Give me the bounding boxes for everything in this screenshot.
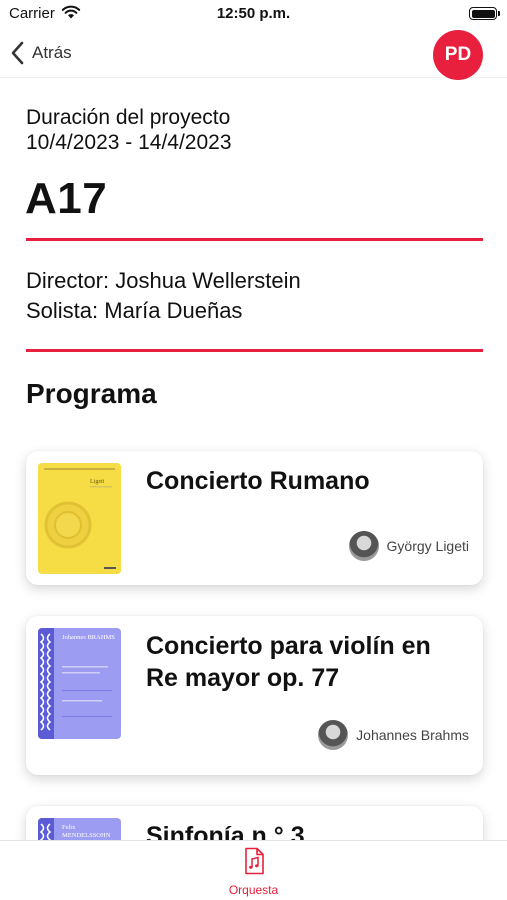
score-cover-image: Johannes BRAHMS bbox=[38, 628, 121, 739]
tab-orquesta[interactable]: Orquesta bbox=[0, 847, 507, 897]
director-label: Director: Joshua Wellerstein bbox=[26, 268, 301, 293]
tab-bar: Orquesta bbox=[0, 840, 507, 900]
composer-info: György Ligeti bbox=[348, 531, 469, 561]
composer-name: György Ligeti bbox=[386, 538, 469, 554]
program-card[interactable]: Ligeti Concierto Rumano György Ligeti bbox=[26, 451, 483, 585]
score-cover-art: Johannes BRAHMS bbox=[38, 628, 115, 739]
user-avatar[interactable]: PD bbox=[433, 30, 483, 80]
battery-icon bbox=[469, 7, 500, 20]
back-label: Atrás bbox=[32, 43, 72, 62]
back-button[interactable]: Atrás bbox=[10, 40, 72, 66]
piece-title: Concierto para violín en Re mayor op. 77 bbox=[146, 632, 431, 692]
duration-dates: 10/4/2023 - 14/4/2023 bbox=[26, 131, 232, 154]
soloist-label: Solista: María Dueñas bbox=[26, 298, 243, 323]
composer-name: Johannes Brahms bbox=[356, 727, 469, 743]
cover-text: Johannes BRAHMS bbox=[62, 634, 115, 641]
status-bar: Carrier 12:50 p.m. bbox=[0, 0, 507, 30]
duration-label: Duración del proyecto bbox=[26, 106, 231, 129]
chevron-left-icon bbox=[11, 41, 24, 65]
clock: 12:50 p.m. bbox=[216, 5, 291, 22]
program-card[interactable]: Johannes BRAHMS Concierto para violín en… bbox=[26, 616, 483, 775]
project-title: A17 bbox=[25, 174, 108, 223]
composer-avatar bbox=[348, 531, 379, 561]
divider bbox=[26, 349, 483, 352]
composer-info: Johannes Brahms bbox=[318, 720, 469, 750]
score-cover-image: Ligeti bbox=[38, 463, 121, 574]
divider bbox=[26, 238, 483, 241]
cover-text: Felix MENDELSSOHN bbox=[62, 824, 111, 839]
piece-title: Concierto Rumano bbox=[146, 467, 370, 495]
cover-text: Ligeti bbox=[90, 479, 105, 485]
composer-avatar bbox=[318, 720, 349, 750]
tab-label: Orquesta bbox=[228, 883, 279, 897]
score-cover-art: Ligeti bbox=[44, 468, 116, 569]
music-document-icon bbox=[244, 847, 264, 875]
program-section-title: Programa bbox=[26, 378, 157, 409]
navigation-bar: Atrás PD bbox=[0, 30, 507, 80]
